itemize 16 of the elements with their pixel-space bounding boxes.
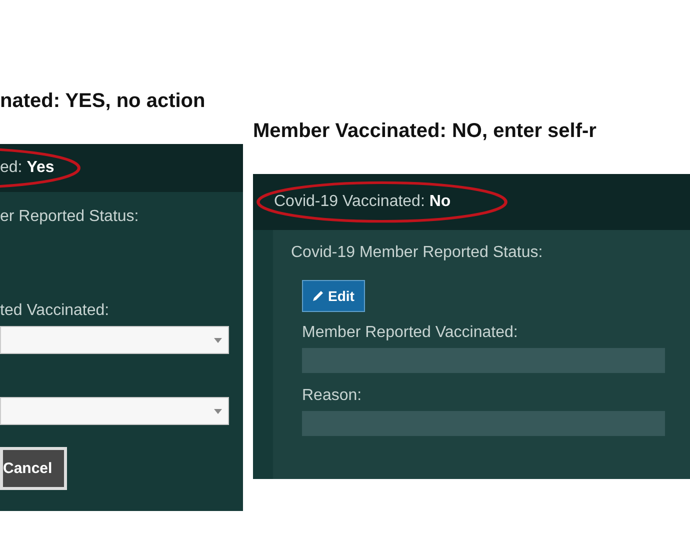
- caption-heading: Member Vaccinated: NO, enter self-r: [253, 120, 598, 144]
- caret-icon: [214, 338, 222, 342]
- vaccination-status: ed: Yes: [0, 159, 54, 177]
- section-label: Covid-19 Member Reported Status:: [291, 244, 544, 262]
- dropdown-field[interactable]: [0, 326, 229, 354]
- caption-heading: nated: YES, no action: [0, 90, 206, 114]
- caret-icon: [214, 408, 222, 414]
- edit-button[interactable]: Edit: [302, 280, 366, 312]
- pencil-icon: [311, 289, 325, 303]
- field-label: Member Reported Vaccinated:: [302, 324, 519, 342]
- section-label: er Reported Status:: [0, 208, 140, 226]
- field-label: ted Vaccinated:: [0, 302, 110, 320]
- field-label: Reason:: [302, 387, 363, 405]
- cancel-button[interactable]: Cancel: [0, 447, 68, 490]
- vaccination-status: Covid-19 Vaccinated: No: [274, 193, 451, 211]
- dropdown-field[interactable]: [0, 397, 229, 425]
